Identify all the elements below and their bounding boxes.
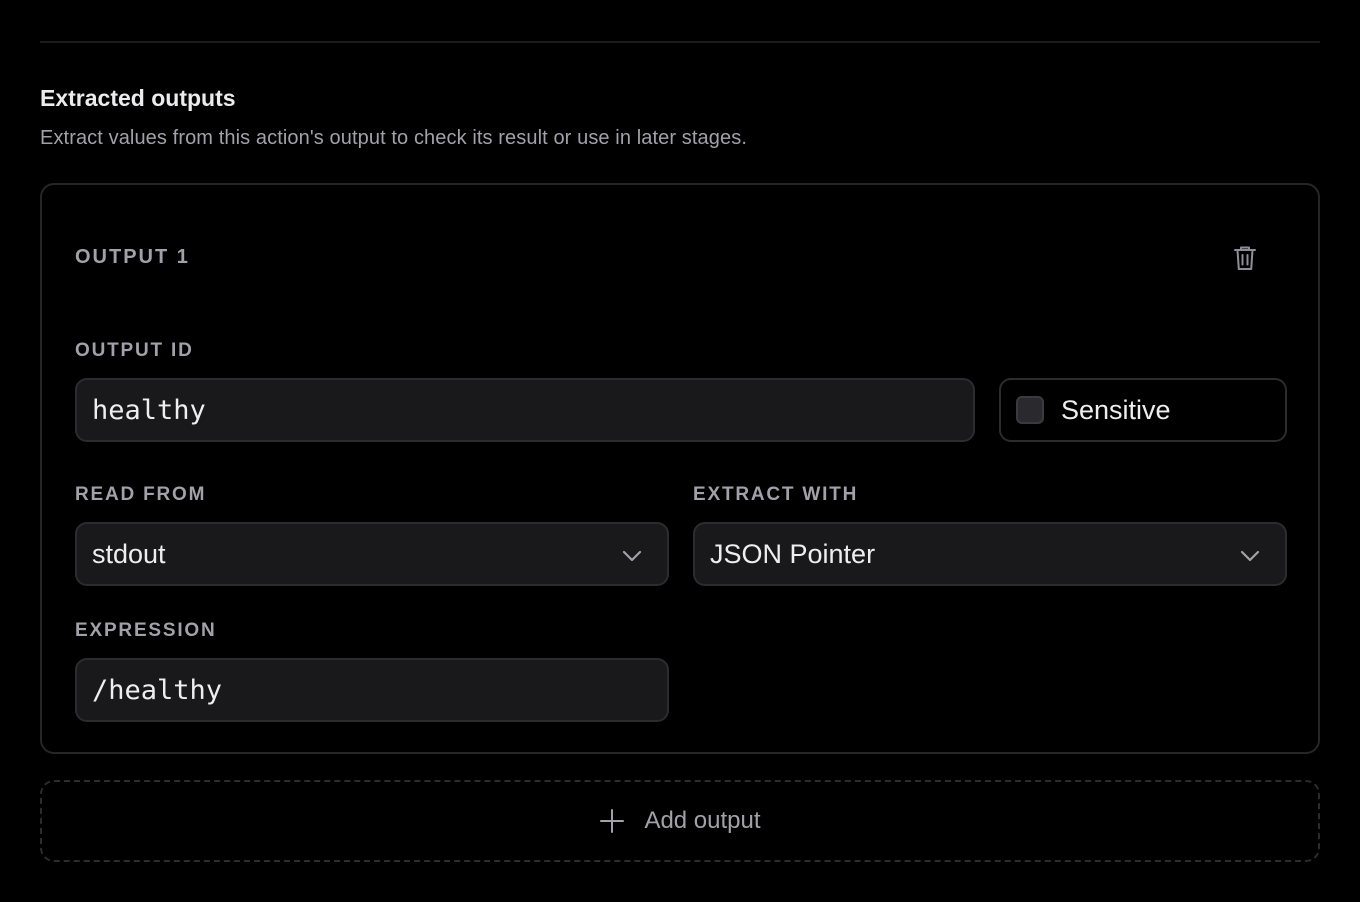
trash-icon	[1234, 246, 1256, 270]
section-title: Extracted outputs	[40, 85, 236, 111]
output-id-input[interactable]: healthy	[75, 378, 975, 442]
expression-value: /healthy	[92, 674, 223, 706]
output-id-value: healthy	[92, 394, 206, 426]
extracted-outputs-page: Extracted outputs Extract values from th…	[0, 0, 1360, 902]
sensitive-checkbox[interactable]	[1016, 396, 1044, 424]
chevron-down-icon	[622, 550, 642, 562]
expression-label: EXPRESSION	[75, 620, 217, 641]
output-card-title: OUTPUT 1	[75, 246, 190, 268]
sensitive-toggle[interactable]: Sensitive	[999, 378, 1287, 442]
output-card: OUTPUT 1 OUTPUT ID healthy Sensitive REA…	[40, 183, 1320, 754]
extract-with-value: JSON Pointer	[710, 538, 876, 569]
add-output-label: Add output	[644, 807, 761, 834]
extract-with-label: EXTRACT WITH	[693, 484, 859, 505]
output-id-label: OUTPUT ID	[75, 340, 194, 361]
chevron-down-icon	[1240, 550, 1260, 562]
extract-with-select[interactable]: JSON Pointer	[693, 522, 1287, 586]
read-from-value: stdout	[92, 538, 166, 569]
sensitive-label: Sensitive	[1061, 394, 1171, 425]
expression-input[interactable]: /healthy	[75, 658, 669, 722]
plus-icon	[600, 809, 625, 833]
section-description: Extract values from this action's output…	[40, 127, 747, 149]
read-from-label: READ FROM	[75, 484, 207, 505]
section-divider	[40, 41, 1320, 43]
add-output-button[interactable]: Add output	[40, 780, 1320, 862]
delete-output-button[interactable]	[1228, 241, 1262, 275]
read-from-select[interactable]: stdout	[75, 522, 669, 586]
